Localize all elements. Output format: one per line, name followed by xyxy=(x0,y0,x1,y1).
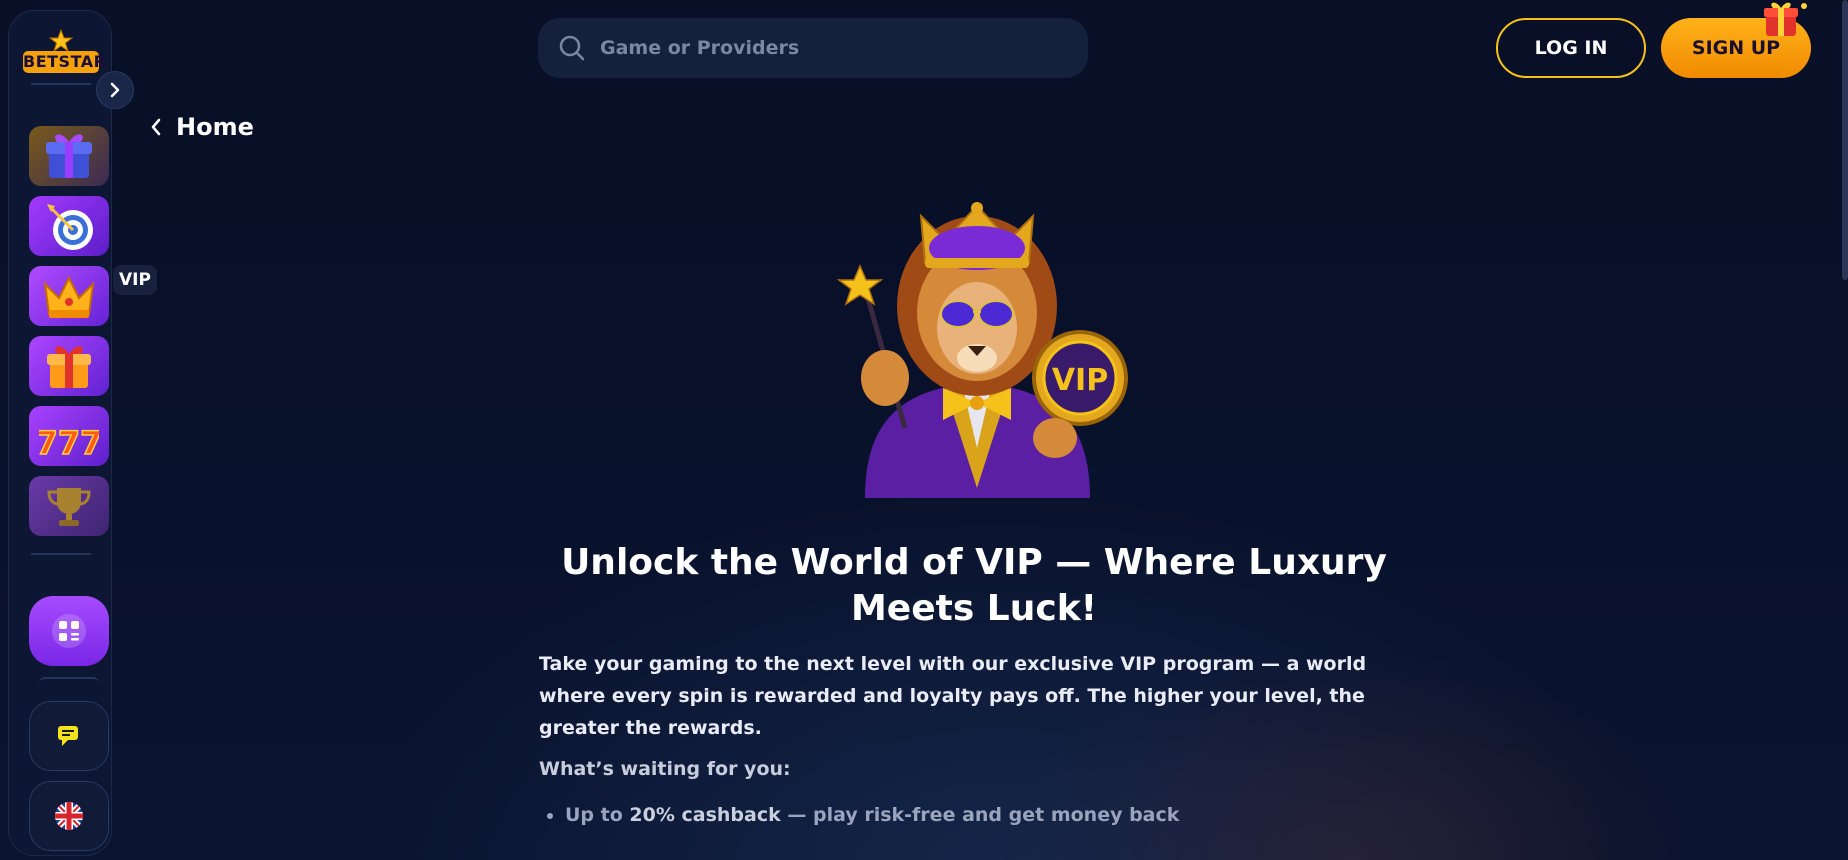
vip-badge-text: VIP xyxy=(1052,363,1108,398)
brand-logo[interactable]: BETSTAR xyxy=(23,29,107,81)
gift-icon xyxy=(46,134,92,178)
sidebar-divider xyxy=(31,553,91,555)
benefits-list: Up to 20% cashback — play risk-free and … xyxy=(539,800,1409,830)
svg-text:777: 777 xyxy=(39,424,99,462)
games-grid-icon xyxy=(52,614,86,648)
sidebar-item-target[interactable] xyxy=(29,196,109,256)
target-icon xyxy=(47,204,93,250)
vip-content: Unlock the World of VIP — Where Luxury M… xyxy=(539,540,1409,830)
benefit-suffix: — play risk-free and get money back xyxy=(780,804,1180,826)
chevron-left-icon xyxy=(151,118,161,136)
search-input[interactable] xyxy=(600,18,1070,78)
login-button[interactable]: LOG IN xyxy=(1496,18,1646,78)
intro-paragraph: Take your gaming to the next level with … xyxy=(539,653,1367,739)
search-bar xyxy=(538,18,1088,78)
benefit-highlight: 20% cashback xyxy=(629,804,781,826)
back-link-home[interactable]: Home xyxy=(150,113,254,141)
trophy-icon xyxy=(47,488,91,526)
vip-lion-illustration: VIP xyxy=(836,202,1128,498)
all-games-button[interactable] xyxy=(29,596,109,666)
chevron-right-icon xyxy=(110,82,120,98)
sidebar-divider xyxy=(31,83,91,85)
logo-text: BETSTAR xyxy=(23,51,107,73)
sidebar-scroll-hint xyxy=(39,677,99,683)
list-item: Up to 20% cashback — play risk-free and … xyxy=(539,800,1409,830)
sidebar-item-tournaments[interactable] xyxy=(29,476,109,536)
star-icon xyxy=(49,29,73,53)
benefit-prefix: Up to xyxy=(565,804,630,826)
benefits-heading: What’s waiting for you: xyxy=(539,758,791,780)
page-title: Unlock the World of VIP — Where Luxury M… xyxy=(561,542,1387,629)
sidebar-tooltip: VIP xyxy=(113,265,157,295)
crown-icon xyxy=(43,275,95,318)
back-link-label: Home xyxy=(176,113,254,141)
sidebar-item-promo-gift[interactable] xyxy=(29,336,109,396)
gift-icon xyxy=(1764,2,1807,36)
language-button[interactable] xyxy=(29,781,109,851)
page-scrollbar[interactable] xyxy=(1842,0,1848,280)
chat-icon xyxy=(58,726,78,746)
sidebar-item-vip[interactable] xyxy=(29,266,109,326)
slots-777-icon: 777 xyxy=(39,423,99,462)
support-chat-button[interactable] xyxy=(29,701,109,771)
search-icon xyxy=(559,35,585,61)
sidebar: BETSTAR 777 xyxy=(8,10,112,856)
sidebar-item-slots[interactable]: 777 xyxy=(29,406,109,466)
sidebar-expand-button[interactable] xyxy=(96,71,134,109)
sidebar-item-gift-box[interactable] xyxy=(29,126,109,186)
gift-icon xyxy=(47,346,91,388)
uk-flag-icon xyxy=(55,802,83,830)
